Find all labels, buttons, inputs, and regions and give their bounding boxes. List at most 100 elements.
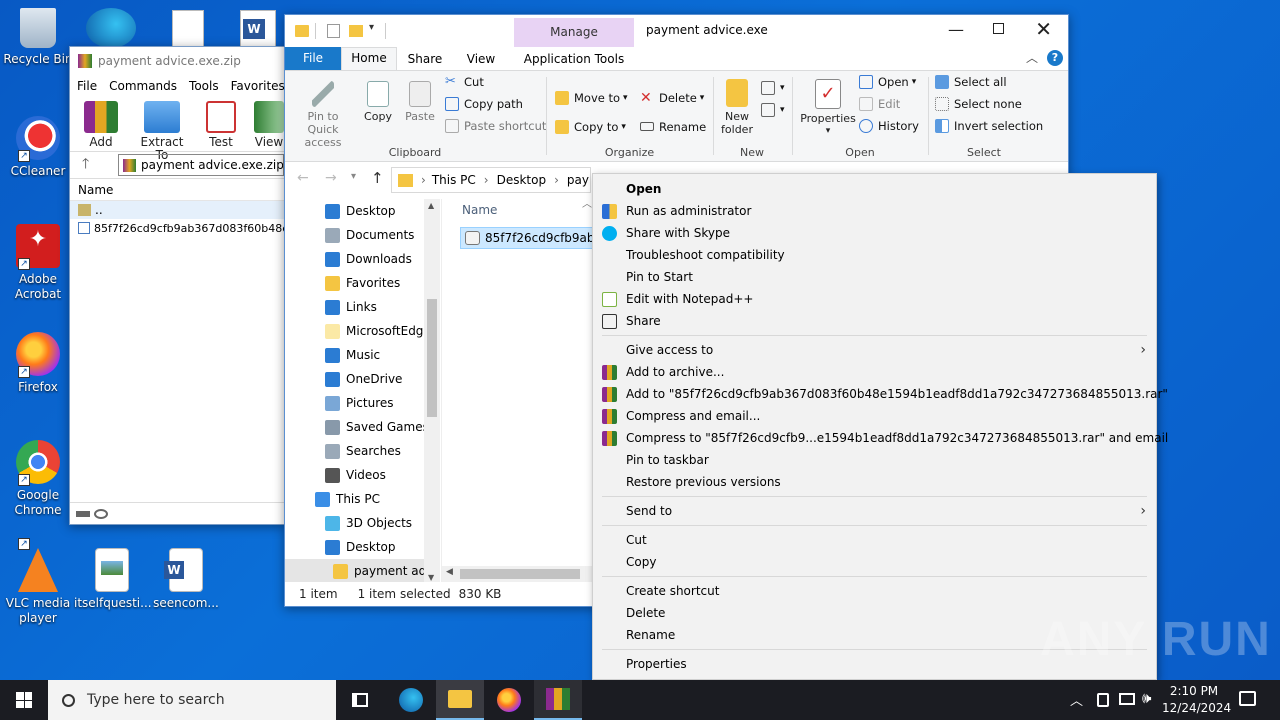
select-all-button[interactable]: Select all <box>935 71 1043 93</box>
nav-item[interactable]: Favorites <box>285 271 440 295</box>
breadcrumb-current[interactable]: payment advice.exe <box>567 173 590 187</box>
nav-item[interactable]: 3D Objects <box>285 511 440 535</box>
menu-item[interactable]: Compress and email... <box>593 405 1156 427</box>
nav-item[interactable]: This PC <box>285 487 440 511</box>
paste-button[interactable]: Paste <box>403 81 437 123</box>
move-to-button[interactable]: Move to ▾ <box>555 83 628 112</box>
menu-item[interactable]: Create shortcut <box>593 580 1156 602</box>
new-folder-quick-icon[interactable] <box>349 25 363 37</box>
image-file-icon[interactable] <box>172 10 204 48</box>
nav-item[interactable]: payment advice.exe <box>285 559 440 583</box>
column-header-name[interactable]: Name <box>462 203 497 217</box>
taskbar-winrar[interactable] <box>534 680 582 720</box>
maximize-button[interactable] <box>993 23 1004 34</box>
desktop-icon-vlc[interactable]: ↗ VLC media player <box>0 538 76 626</box>
address-bar[interactable]: › This PC › Desktop › payment advice.exe <box>391 167 591 193</box>
horizontal-scrollbar[interactable]: ◀ <box>442 566 592 582</box>
menu-item[interactable]: Share <box>593 310 1156 332</box>
menu-item[interactable]: Share with Skype <box>593 222 1156 244</box>
breadcrumb-desktop[interactable]: Desktop <box>497 173 547 187</box>
winrar-view-button[interactable]: View <box>254 101 284 149</box>
up-arrow-icon[interactable]: 🡑 <box>82 153 118 177</box>
nav-scrollbar[interactable]: ▲ ▼ <box>424 199 440 584</box>
minimize-button[interactable]: — <box>948 20 964 39</box>
manage-context-tab[interactable]: Manage <box>514 18 634 47</box>
tab-share[interactable]: Share <box>397 52 453 66</box>
desktop-icon-firefox[interactable]: ↗ Firefox <box>0 332 76 395</box>
tab-application-tools[interactable]: Application Tools <box>514 52 634 66</box>
clock[interactable]: 2:10 PM 12/24/2024 <box>1162 683 1231 717</box>
taskbar-file-explorer[interactable] <box>436 680 484 720</box>
nav-item[interactable]: Pictures <box>285 391 440 415</box>
properties-button[interactable]: ✓ Properties ▾ <box>799 79 857 138</box>
cut-button[interactable]: ✂ Cut <box>445 71 546 93</box>
menu-item[interactable]: Restore previous versions <box>593 471 1156 493</box>
menu-item[interactable]: Pin to taskbar <box>593 449 1156 471</box>
easy-access-button[interactable]: ▾ <box>761 99 785 121</box>
explorer-title-bar[interactable]: ▾ Manage payment advice.exe — ✕ <box>285 15 1068 47</box>
menu-item[interactable]: Copy <box>593 551 1156 573</box>
nav-item[interactable]: Searches <box>285 439 440 463</box>
taskbar-edge[interactable] <box>387 680 435 720</box>
nav-item[interactable]: Music <box>285 343 440 367</box>
nav-item[interactable]: Links <box>285 295 440 319</box>
winrar-title-bar[interactable]: payment advice.exe.zip <box>70 47 284 75</box>
word-document-icon[interactable]: W <box>240 10 276 48</box>
properties-quick-icon[interactable] <box>327 24 340 38</box>
menu-item[interactable]: Add to archive... <box>593 361 1156 383</box>
nav-item[interactable]: Downloads <box>285 247 440 271</box>
back-arrow-icon[interactable]: ← <box>297 170 309 186</box>
winrar-menu-file[interactable]: File <box>77 79 97 93</box>
history-button[interactable]: History <box>859 115 919 137</box>
select-none-button[interactable]: Select none <box>935 93 1043 115</box>
menu-item[interactable]: Edit with Notepad++ <box>593 288 1156 310</box>
tab-home[interactable]: Home <box>341 47 397 70</box>
winrar-menu-commands[interactable]: Commands <box>109 79 177 93</box>
start-button[interactable] <box>0 680 48 720</box>
menu-item[interactable]: Troubleshoot compatibility <box>593 244 1156 266</box>
volume-icon[interactable]: 🕪 <box>1142 689 1151 707</box>
close-button[interactable]: ✕ <box>1035 17 1052 41</box>
nav-item[interactable]: Documents <box>285 223 440 247</box>
network-icon[interactable] <box>1119 693 1135 705</box>
winrar-test-button[interactable]: Test <box>206 101 236 149</box>
nav-scroll-thumb[interactable] <box>427 299 437 417</box>
usb-device-icon[interactable] <box>1097 693 1109 707</box>
winrar-window[interactable]: payment advice.exe.zip File Commands Too… <box>69 46 285 525</box>
desktop-icon-google-chrome[interactable]: ↗ Google Chrome <box>0 440 76 518</box>
chevron-up-icon[interactable]: ︿ <box>1070 690 1083 709</box>
menu-item[interactable]: Cut <box>593 529 1156 551</box>
search-box[interactable]: Type here to search <box>48 680 336 720</box>
navigation-pane[interactable]: Desktop Documents Downloads Favorites Links M… <box>285 199 440 584</box>
forward-arrow-icon[interactable]: → <box>325 170 337 186</box>
winrar-row-parent[interactable]: .. <box>70 201 284 219</box>
winrar-add-button[interactable]: Add <box>84 101 118 149</box>
up-arrow-icon[interactable]: ↑ <box>371 169 384 187</box>
nav-item[interactable]: Desktop <box>285 199 440 223</box>
nav-item[interactable]: Desktop <box>285 535 440 559</box>
new-item-button[interactable]: ▾ <box>761 77 785 99</box>
winrar-menu-tools[interactable]: Tools <box>189 79 219 93</box>
pin-quick-access-button[interactable]: Pin to Quick access <box>291 81 355 149</box>
context-menu[interactable]: Open Run as administrator Share with Skype… <box>592 173 1168 680</box>
menu-item[interactable]: Give access to › <box>593 339 1156 361</box>
nav-item[interactable]: Videos <box>285 463 440 487</box>
winrar-column-name[interactable]: Name <box>70 179 284 201</box>
menu-item[interactable]: Compress to "85f7f26cd9cfb9...e1594b1ead… <box>593 427 1168 449</box>
chevron-down-icon[interactable]: ▾ <box>369 22 374 33</box>
menu-item[interactable]: Run as administrator <box>593 200 1156 222</box>
desktop-icon-seencom[interactable]: W seencom... <box>148 548 224 611</box>
rename-button[interactable]: Rename <box>640 112 706 141</box>
winrar-menu-favorites[interactable]: Favorites <box>231 79 284 93</box>
invert-selection-button[interactable]: Invert selection <box>935 115 1043 137</box>
desktop-icon-ccleaner[interactable]: ↗ CCleaner <box>0 116 76 179</box>
menu-item[interactable]: Open <box>593 178 1156 200</box>
taskbar-firefox[interactable] <box>485 680 533 720</box>
edge-desktop-icon[interactable] <box>86 8 136 48</box>
copy-button[interactable]: Copy <box>361 81 395 123</box>
nav-item[interactable]: OneDrive <box>285 367 440 391</box>
desktop-icon-adobe-acrobat[interactable]: ✦ ↗ Adobe Acrobat <box>0 224 76 302</box>
winrar-path-field[interactable]: payment advice.exe.zip - ZIP archive <box>118 154 284 176</box>
paste-shortcut-button[interactable]: Paste shortcut <box>445 115 546 137</box>
notification-icon[interactable] <box>1239 691 1256 706</box>
